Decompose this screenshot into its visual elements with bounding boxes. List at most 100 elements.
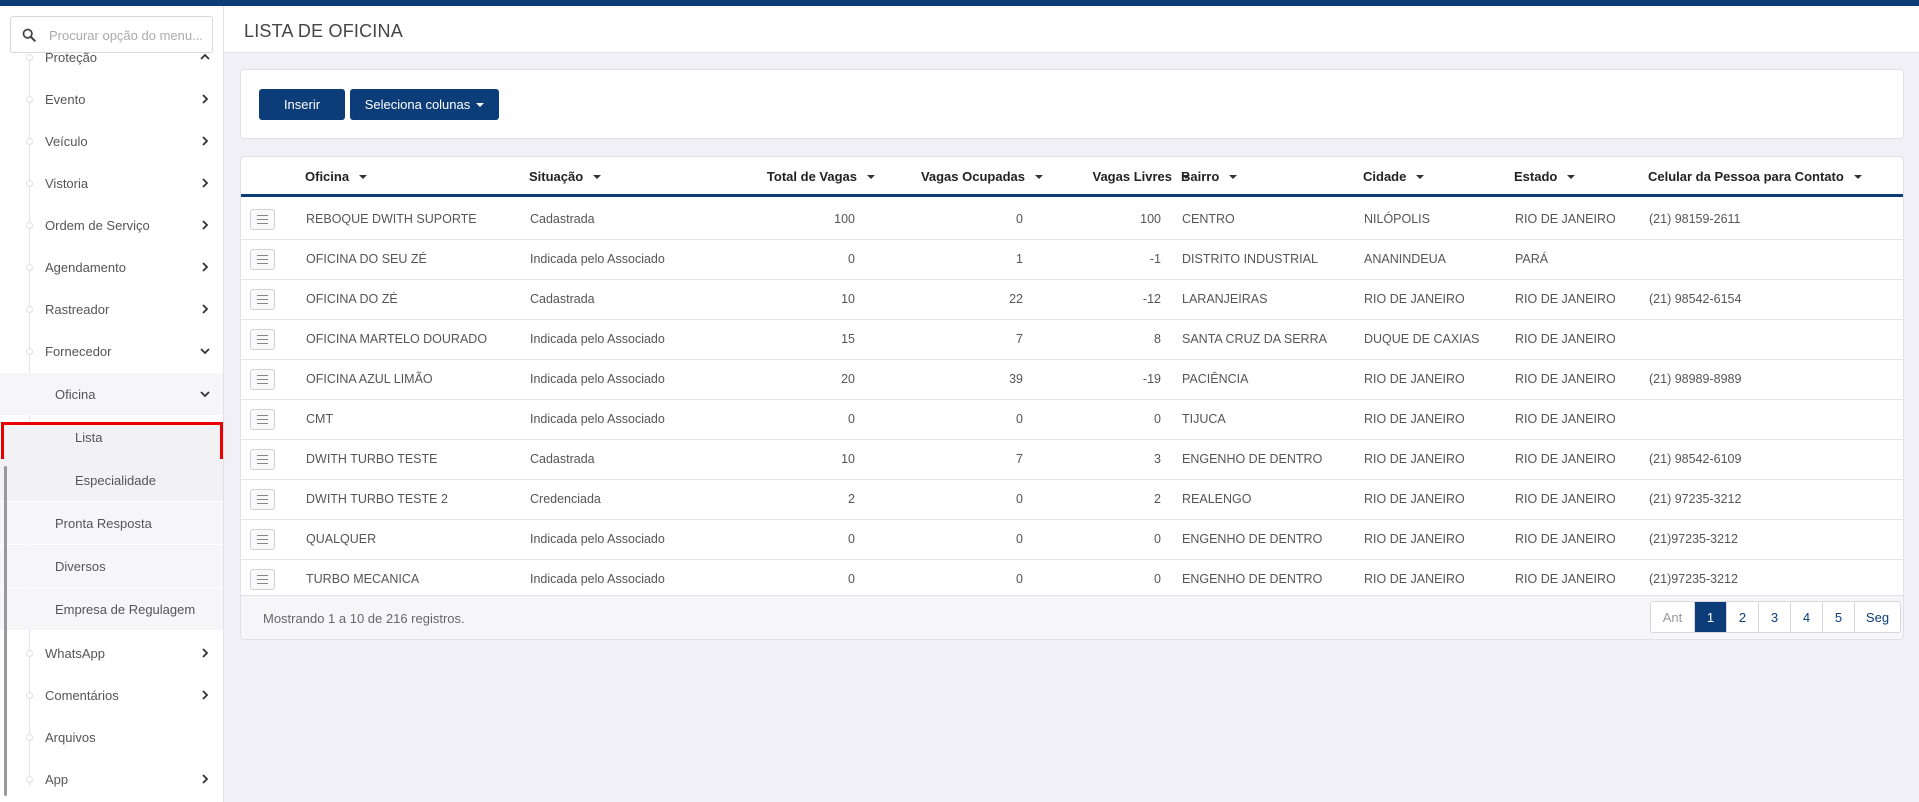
sidebar-item-label: Especialidade bbox=[75, 472, 156, 488]
tree-node-dot bbox=[26, 95, 33, 103]
row-actions-menu-icon[interactable] bbox=[250, 489, 275, 510]
chevron-right-icon bbox=[202, 220, 209, 230]
cell-vagas-livres: -1 bbox=[1149, 252, 1161, 266]
sidebar-item-label: Ordem de Serviço bbox=[45, 217, 150, 233]
row-actions-menu-icon[interactable] bbox=[250, 209, 275, 230]
sidebar-item-ordem-de-servico[interactable]: Ordem de Serviço bbox=[0, 204, 223, 246]
column-header-situacao[interactable]: Situação bbox=[529, 169, 602, 184]
cell-cidade: RIO DE JANEIRO bbox=[1364, 452, 1465, 466]
column-header-label: Celular da Pessoa para Contato bbox=[1648, 169, 1844, 184]
sidebar-item-protecao[interactable]: Proteção bbox=[0, 36, 223, 78]
sidebar-item-arquivos[interactable]: Arquivos bbox=[0, 716, 223, 758]
cell-vagas-livres: 2 bbox=[1154, 492, 1161, 506]
sidebar-item-whatsapp[interactable]: WhatsApp bbox=[0, 632, 223, 674]
cell-estado: RIO DE JANEIRO bbox=[1515, 332, 1616, 346]
sidebar-scrollbar[interactable] bbox=[4, 466, 7, 796]
sidebar-item-label: Veículo bbox=[45, 133, 88, 149]
cell-vagas-livres: 3 bbox=[1154, 452, 1161, 466]
cell-oficina: DWITH TURBO TESTE bbox=[306, 452, 438, 466]
sidebar-item-rastreador[interactable]: Rastreador bbox=[0, 288, 223, 330]
column-header-label: Estado bbox=[1514, 169, 1558, 184]
chevron-right-icon bbox=[202, 136, 209, 146]
column-header-estado[interactable]: Estado bbox=[1514, 169, 1576, 184]
pagination-prev[interactable]: Ant bbox=[1651, 602, 1694, 632]
column-header-bairro[interactable]: Bairro bbox=[1181, 169, 1238, 184]
cell-bairro: DISTRITO INDUSTRIAL bbox=[1182, 252, 1318, 266]
sidebar-item-empresa-de-regulagem[interactable]: Empresa de Regulagem bbox=[0, 588, 223, 630]
sidebar-item-comentarios[interactable]: Comentários bbox=[0, 674, 223, 716]
column-header-oficina[interactable]: Oficina bbox=[305, 169, 368, 184]
row-actions-menu-icon[interactable] bbox=[250, 249, 275, 270]
column-header-total-de-vagas[interactable]: Total de Vagas bbox=[767, 169, 875, 184]
row-actions-menu-icon[interactable] bbox=[250, 329, 275, 350]
column-header-label: Vagas Livres bbox=[1092, 169, 1173, 184]
table-row: OFICINA AZUL LIMÃO Indicada pelo Associad… bbox=[241, 360, 1903, 400]
sidebar-item-veiculo[interactable]: Veículo bbox=[0, 120, 223, 162]
cell-total-de-vagas: 15 bbox=[841, 332, 855, 346]
cell-oficina: QUALQUER bbox=[306, 532, 377, 546]
row-actions-menu-icon[interactable] bbox=[250, 409, 275, 430]
sidebar-item-fornecedor[interactable]: Fornecedor bbox=[0, 330, 223, 372]
cell-vagas-ocupadas: 1 bbox=[1016, 252, 1023, 266]
cell-celular-da-pessoa-para-contato: (21) 98159-2611 bbox=[1649, 212, 1741, 226]
pagination-page-1[interactable]: 1 bbox=[1694, 602, 1726, 632]
row-actions-menu-icon[interactable] bbox=[250, 369, 275, 390]
row-actions-menu-icon[interactable] bbox=[250, 289, 275, 310]
column-header-vagas-ocupadas[interactable]: Vagas Ocupadas bbox=[921, 169, 1043, 184]
cell-cidade: RIO DE JANEIRO bbox=[1364, 492, 1465, 506]
cell-vagas-livres: 0 bbox=[1154, 532, 1161, 546]
select-columns-button[interactable]: Seleciona colunas bbox=[350, 89, 499, 120]
cell-situacao: Credenciada bbox=[530, 492, 601, 506]
cell-total-de-vagas: 0 bbox=[848, 532, 855, 546]
sidebar-item-lista[interactable]: Lista bbox=[0, 416, 223, 458]
row-actions-menu-icon[interactable] bbox=[250, 449, 275, 470]
chevron-up-icon bbox=[200, 53, 210, 60]
pagination-page-4[interactable]: 4 bbox=[1790, 602, 1822, 632]
column-header-vagas-livres[interactable]: Vagas Livres bbox=[1092, 169, 1190, 184]
sidebar-item-label: Comentários bbox=[45, 687, 119, 703]
cell-estado: RIO DE JANEIRO bbox=[1515, 492, 1616, 506]
cell-oficina: OFICINA DO SEU ZÉ bbox=[306, 252, 427, 266]
cell-cidade: RIO DE JANEIRO bbox=[1364, 372, 1465, 386]
cell-vagas-ocupadas: 0 bbox=[1016, 532, 1023, 546]
tree-node-dot bbox=[26, 137, 33, 145]
cell-celular-da-pessoa-para-contato: (21)97235-3212 bbox=[1649, 532, 1738, 546]
insert-button[interactable]: Inserir bbox=[259, 89, 345, 120]
sidebar-item-app[interactable]: App bbox=[0, 758, 223, 800]
cell-oficina: OFICINA AZUL LIMÃO bbox=[306, 372, 433, 386]
sidebar-item-vistoria[interactable]: Vistoria bbox=[0, 162, 223, 204]
sidebar-item-especialidade[interactable]: Especialidade bbox=[0, 459, 223, 501]
column-header-celular-da-pessoa-para-contato[interactable]: Celular da Pessoa para Contato bbox=[1648, 169, 1862, 184]
cell-situacao: Cadastrada bbox=[530, 452, 595, 466]
cell-bairro: REALENGO bbox=[1182, 492, 1252, 506]
table-row: CMT Indicada pelo Associado 0 0 0 TIJUCA RIO D… bbox=[241, 400, 1903, 440]
cell-cidade: RIO DE JANEIRO bbox=[1364, 572, 1465, 586]
column-header-cidade[interactable]: Cidade bbox=[1363, 169, 1425, 184]
cell-vagas-ocupadas: 22 bbox=[1009, 292, 1023, 306]
row-actions-menu-icon[interactable] bbox=[250, 569, 275, 590]
sidebar-item-diversos[interactable]: Diversos bbox=[0, 545, 223, 587]
pagination-page-3[interactable]: 3 bbox=[1758, 602, 1790, 632]
cell-vagas-ocupadas: 0 bbox=[1016, 212, 1023, 226]
sidebar-item-oficina[interactable]: Oficina bbox=[0, 373, 223, 415]
pagination-page-2[interactable]: 2 bbox=[1726, 602, 1758, 632]
chevron-right-icon bbox=[202, 178, 209, 188]
sort-caret-icon bbox=[359, 174, 368, 179]
chevron-right-icon bbox=[202, 774, 209, 784]
cell-situacao: Indicada pelo Associado bbox=[530, 252, 665, 266]
sort-caret-icon bbox=[1229, 174, 1238, 179]
cell-vagas-ocupadas: 7 bbox=[1016, 332, 1023, 346]
table-row: OFICINA DO SEU ZÉ Indicada pelo Associado… bbox=[241, 240, 1903, 280]
sidebar-item-pronta-resposta[interactable]: Pronta Resposta bbox=[0, 502, 223, 544]
tree-node-dot bbox=[26, 179, 33, 187]
sidebar-item-agendamento[interactable]: Agendamento bbox=[0, 246, 223, 288]
sidebar-item-evento[interactable]: Evento bbox=[0, 78, 223, 120]
pagination-next[interactable]: Seg bbox=[1854, 602, 1900, 632]
column-header-label: Total de Vagas bbox=[766, 169, 857, 184]
row-actions-menu-icon[interactable] bbox=[250, 529, 275, 550]
cell-situacao: Cadastrada bbox=[530, 212, 595, 226]
cell-situacao: Indicada pelo Associado bbox=[530, 332, 665, 346]
pagination-page-5[interactable]: 5 bbox=[1822, 602, 1854, 632]
cell-vagas-ocupadas: 0 bbox=[1016, 572, 1023, 586]
sidebar-item-label: Rastreador bbox=[45, 301, 110, 317]
